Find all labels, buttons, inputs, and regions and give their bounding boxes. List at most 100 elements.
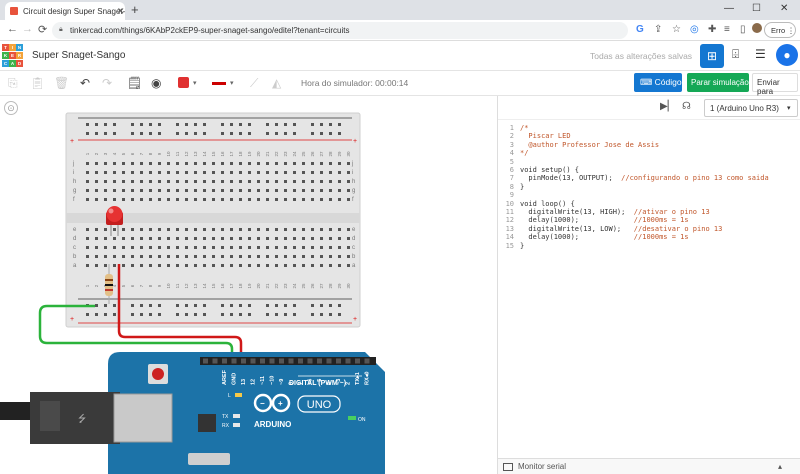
code-line[interactable]: 3 @author Professor Jose de Assis: [502, 141, 659, 149]
terminal-hole: [302, 246, 305, 249]
maximize-icon[interactable]: ☐: [752, 3, 761, 14]
code-line[interactable]: 6 void setup() {: [502, 166, 579, 174]
color-picker[interactable]: [178, 77, 189, 88]
digital-label: DIGITAL (PWM ~): [289, 380, 346, 387]
code-button[interactable]: ⌨ Código: [634, 73, 682, 92]
terminal-hole: [338, 198, 341, 201]
profile-avatar[interactable]: [752, 23, 762, 33]
tinkercad-logo[interactable]: T I N K E R C A D: [2, 44, 24, 68]
code-line[interactable]: 1 /*: [502, 124, 529, 132]
copy-icon[interactable]: ⎘: [8, 76, 18, 91]
browser-tab[interactable]: Circuit design Super Snaget-Sa ✕: [5, 2, 125, 20]
code-line[interactable]: 15}: [502, 242, 525, 250]
code-line[interactable]: 12 delay(1000); //1000ms = 1s: [502, 216, 689, 224]
undo-icon[interactable]: ↶: [80, 76, 90, 90]
note-icon[interactable]: 🗒︎: [127, 76, 142, 90]
upload-run-icon[interactable]: ▶▏: [660, 101, 675, 112]
terminal-hole: [320, 171, 323, 174]
reload-icon[interactable]: ⟳: [38, 23, 47, 36]
queue-icon[interactable]: ≡: [724, 24, 730, 35]
fit-view-icon[interactable]: ⊙: [4, 101, 18, 115]
terminal-hole: [194, 246, 197, 249]
chevron-down-icon[interactable]: ▾: [230, 79, 234, 87]
terminal-hole: [140, 162, 143, 165]
rotate-icon[interactable]: ⟋: [250, 76, 258, 91]
rail-hole: [275, 123, 278, 126]
terminal-hole: [239, 246, 242, 249]
star-icon[interactable]: ☆: [672, 24, 681, 35]
rail-hole: [329, 313, 332, 316]
terminal-hole: [176, 162, 179, 165]
terminal-hole: [212, 228, 215, 231]
paste-icon[interactable]: 📋︎: [30, 76, 45, 90]
project-title[interactable]: Super Snaget-Sango: [32, 50, 125, 61]
back-icon[interactable]: ←: [7, 23, 18, 35]
circuit-canvas[interactable]: ⊙ ++112233445566778899101011111212131314…: [0, 96, 497, 474]
schematic-icon[interactable]: ⌹: [732, 47, 739, 62]
window-close-icon[interactable]: ✕: [780, 3, 788, 14]
code-editor[interactable]: 1/* 2 Piscar LED 3 @author Professor Jose …: [502, 124, 797, 454]
code-line[interactable]: 2 Piscar LED: [502, 132, 571, 140]
share-icon[interactable]: ⇪: [654, 24, 662, 35]
terminal-hole: [239, 162, 242, 165]
wire-style-picker[interactable]: [212, 82, 226, 85]
chevron-down-icon[interactable]: ▾: [193, 79, 197, 87]
breadboard[interactable]: ++11223344556677889910101111121213131414…: [65, 112, 361, 328]
terminal-hole: [347, 189, 350, 192]
user-avatar[interactable]: ●: [776, 44, 798, 66]
puzzle-icon[interactable]: ✚: [708, 24, 716, 35]
rail-hole: [329, 132, 332, 135]
terminal-hole: [140, 228, 143, 231]
delete-icon[interactable]: 🗑︎: [54, 76, 69, 90]
terminal-hole: [86, 171, 89, 174]
terminal-hole: [311, 198, 314, 201]
code-line[interactable]: 8}: [502, 183, 524, 191]
terminal-hole: [347, 198, 350, 201]
error-label: Erro: [771, 26, 786, 35]
stop-simulation-button[interactable]: Parar simulação: [687, 73, 749, 92]
url-field[interactable]: 🔒︎ tinkercad.com/things/6KAbP2ckEP9-supe…: [52, 22, 628, 39]
terminal-hole: [86, 228, 89, 231]
send-to-button[interactable]: Enviar para: [752, 73, 798, 96]
row-letter-label: d: [352, 236, 355, 242]
circuit-view-button[interactable]: ⊞: [700, 44, 724, 68]
chevron-up-icon[interactable]: ▴: [778, 462, 782, 471]
debugger-icon[interactable]: ☊: [682, 101, 691, 112]
component-list-icon[interactable]: ☰: [755, 47, 766, 61]
terminal-hole: [185, 246, 188, 249]
terminal-hole: [311, 246, 314, 249]
terminal-hole: [311, 189, 314, 192]
terminal-hole: [194, 189, 197, 192]
code-line[interactable]: 7 pinMode(13, OUTPUT); //configurando o …: [502, 174, 769, 182]
new-tab-button[interactable]: +: [131, 2, 139, 17]
flip-icon[interactable]: ◭: [272, 76, 281, 90]
visibility-icon[interactable]: ◉: [151, 76, 161, 90]
column-number-label: 14: [202, 151, 207, 157]
rail-hole: [113, 304, 116, 307]
rail-hole: [194, 132, 197, 135]
error-chip[interactable]: Erro ⋮: [764, 22, 796, 38]
serial-monitor-bar[interactable]: Monitor serial ▴: [498, 458, 800, 474]
google-icon[interactable]: G: [636, 24, 644, 35]
rail-hole: [158, 132, 161, 135]
code-line[interactable]: 13 digitalWrite(13, LOW); //desativar o …: [502, 225, 723, 233]
code-line[interactable]: 5: [502, 158, 520, 166]
minimize-icon[interactable]: —: [724, 3, 734, 14]
tx-led: [233, 414, 240, 418]
address-bar-row: ← → ⟳ 🔒︎ tinkercad.com/things/6KAbP2ckEP…: [0, 20, 800, 41]
forward-icon[interactable]: →: [22, 23, 33, 35]
extension-icon[interactable]: ◎: [690, 24, 699, 35]
code-line[interactable]: 4 */: [502, 149, 529, 157]
column-number-label: 11: [175, 283, 180, 288]
redo-icon[interactable]: ↷: [102, 76, 112, 90]
code-line[interactable]: 14 delay(1000); //1000ms = 1s: [502, 233, 689, 241]
arduino-uno[interactable]: ⭍AREF GND 13 12 ~11 ~10 ~9 8 7 ~6 ~5 4 ~3 2 TX▸1 RX◂0DI…: [0, 352, 385, 474]
device-select[interactable]: 1 (Arduino Uno R3) ▾: [704, 99, 798, 117]
sidebar-icon[interactable]: ▯: [740, 24, 746, 35]
code-line[interactable]: 10 void loop() {: [502, 200, 575, 208]
code-line[interactable]: 11 digitalWrite(13, HIGH); //ativar o pi…: [502, 208, 710, 216]
tab-close-icon[interactable]: ✕: [117, 6, 125, 17]
column-number-label: 16: [220, 283, 225, 289]
arduino-pin-label: ~10: [270, 376, 276, 385]
code-line[interactable]: 9: [502, 191, 520, 199]
